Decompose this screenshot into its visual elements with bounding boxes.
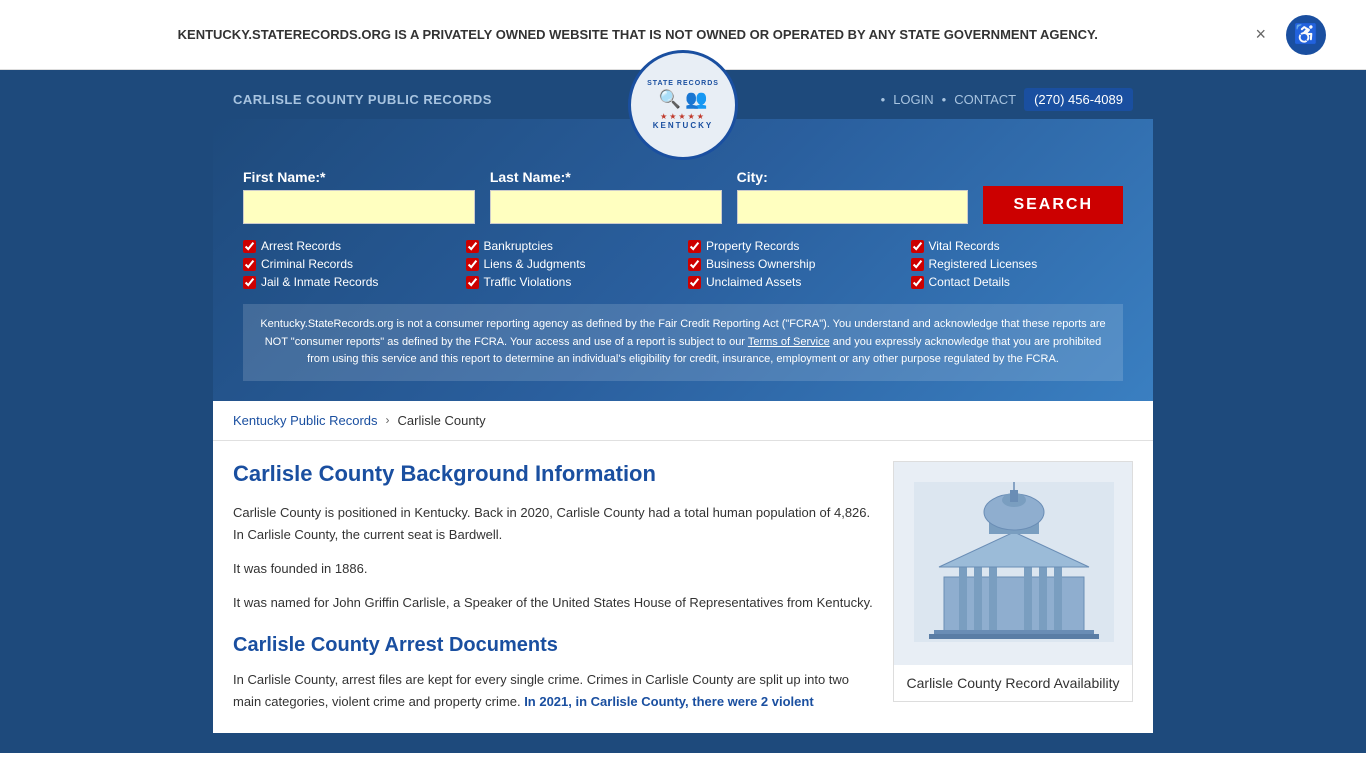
logo-icons-row: 🔍 👥 (659, 89, 708, 110)
dot1: • (881, 92, 886, 107)
accessibility-button[interactable]: ♿ (1286, 15, 1326, 55)
breadcrumb-current: Carlisle County (398, 413, 486, 428)
checkbox-property-records[interactable] (688, 240, 701, 253)
capitol-building-svg (914, 482, 1114, 642)
banner-close[interactable]: × (1255, 24, 1266, 45)
last-name-field: Last Name:* (490, 169, 722, 224)
checkbox-criminal-records[interactable] (243, 258, 256, 271)
checkbox-arrest-records[interactable] (243, 240, 256, 253)
checkbox-label: Liens & Judgments (484, 257, 586, 271)
named-text: It was named for John Griffin Carlisle, … (233, 592, 873, 614)
city-label: City: (737, 169, 969, 185)
building-image (894, 462, 1132, 665)
logo-area: STATE RECORDS 🔍 👥 ★★★★★ KENTUCKY (628, 50, 738, 160)
checkbox-item: Registered Licenses (911, 257, 1124, 271)
text-content: Carlisle County Background Information C… (233, 461, 873, 714)
logo-circle: STATE RECORDS 🔍 👥 ★★★★★ KENTUCKY (628, 50, 738, 160)
page-heading: Carlisle County Background Information (233, 461, 873, 487)
chevron-icon: › (386, 413, 390, 427)
dot2: • (942, 92, 947, 107)
checkbox-liens-&-judgments[interactable] (466, 258, 479, 271)
first-name-label: First Name:* (243, 169, 475, 185)
logo-text-top: STATE RECORDS (647, 80, 719, 87)
checkbox-item: Property Records (688, 239, 901, 253)
checkbox-item: Business Ownership (688, 257, 901, 271)
checkbox-label: Contact Details (929, 275, 1010, 289)
checkbox-item: Jail & Inmate Records (243, 275, 456, 289)
checkbox-item: Contact Details (911, 275, 1124, 289)
checkbox-label: Traffic Violations (484, 275, 572, 289)
checkbox-label: Criminal Records (261, 257, 353, 271)
founded-text: It was founded in 1886. (233, 558, 873, 580)
record-availability-box: Carlisle County Record Availability (893, 461, 1133, 702)
login-link[interactable]: LOGIN (893, 92, 933, 107)
checkbox-item: Vital Records (911, 239, 1124, 253)
breadcrumb-parent[interactable]: Kentucky Public Records (233, 413, 378, 428)
breadcrumb: Kentucky Public Records › Carlisle Count… (213, 401, 1153, 441)
people-icon: 👥 (685, 89, 707, 110)
checkbox-label: Property Records (706, 239, 799, 253)
intro-text: Carlisle County is positioned in Kentuck… (233, 502, 873, 546)
arrest-text: In Carlisle County, arrest files are kep… (233, 669, 873, 713)
search-icon: 🔍 (659, 89, 681, 110)
checkbox-registered-licenses[interactable] (911, 258, 924, 271)
accessibility-icon: ♿ (1294, 22, 1319, 47)
checkbox-label: Bankruptcies (484, 239, 553, 253)
checkbox-unclaimed-assets[interactable] (688, 276, 701, 289)
checkbox-business-ownership[interactable] (688, 258, 701, 271)
nav-links: • LOGIN • CONTACT (270) 456-4089 (881, 88, 1133, 111)
site-title: CARLISLE COUNTY PUBLIC RECORDS (233, 92, 492, 107)
checkbox-label: Registered Licenses (929, 257, 1038, 271)
checkbox-label: Jail & Inmate Records (261, 275, 378, 289)
arrest-highlight: In 2021, in Carlisle County, there were … (524, 694, 813, 709)
main-wrapper: STATE RECORDS 🔍 👥 ★★★★★ KENTUCKY CARLISL… (0, 70, 1366, 753)
checkbox-label: Vital Records (929, 239, 1000, 253)
search-section: First Name:* Last Name:* City: SEARCH Ar… (213, 119, 1153, 401)
checkbox-label: Unclaimed Assets (706, 275, 801, 289)
checkbox-jail-&-inmate-records[interactable] (243, 276, 256, 289)
checkbox-item: Criminal Records (243, 257, 456, 271)
checkbox-item: Traffic Violations (466, 275, 679, 289)
banner-text: KENTUCKY.STATERECORDS.ORG IS A PRIVATELY… (40, 25, 1235, 45)
checkbox-vital-records[interactable] (911, 240, 924, 253)
checkbox-bankruptcies[interactable] (466, 240, 479, 253)
last-name-input[interactable] (490, 190, 722, 224)
logo-state-text: KENTUCKY (653, 121, 713, 130)
arrest-heading: Carlisle County Arrest Documents (233, 634, 873, 657)
phone-badge[interactable]: (270) 456-4089 (1024, 88, 1133, 111)
header-card: STATE RECORDS 🔍 👥 ★★★★★ KENTUCKY CARLISL… (213, 80, 1153, 733)
first-name-input[interactable] (243, 190, 475, 224)
first-name-field: First Name:* (243, 169, 475, 224)
city-input[interactable] (737, 190, 969, 224)
checkbox-traffic-violations[interactable] (466, 276, 479, 289)
checkbox-item: Unclaimed Assets (688, 275, 901, 289)
record-availability-label: Carlisle County Record Availability (894, 665, 1132, 701)
contact-link[interactable]: CONTACT (954, 92, 1016, 107)
main-content: Carlisle County Background Information C… (213, 441, 1153, 734)
disclaimer: Kentucky.StateRecords.org is not a consu… (243, 304, 1123, 381)
logo-stars: ★★★★★ (660, 112, 706, 121)
last-name-label: Last Name:* (490, 169, 722, 185)
city-field: City: (737, 169, 969, 224)
tos-link[interactable]: Terms of Service (748, 336, 830, 348)
checkbox-label: Arrest Records (261, 239, 341, 253)
checkbox-item: Liens & Judgments (466, 257, 679, 271)
search-fields: First Name:* Last Name:* City: SEARCH (243, 169, 1123, 224)
checkbox-label: Business Ownership (706, 257, 815, 271)
search-button[interactable]: SEARCH (983, 186, 1123, 224)
checkbox-contact-details[interactable] (911, 276, 924, 289)
checkbox-item: Bankruptcies (466, 239, 679, 253)
sidebar-image: Carlisle County Record Availability (893, 461, 1133, 714)
checkboxes-grid: Arrest Records Bankruptcies Property Recor… (243, 239, 1123, 289)
checkbox-item: Arrest Records (243, 239, 456, 253)
